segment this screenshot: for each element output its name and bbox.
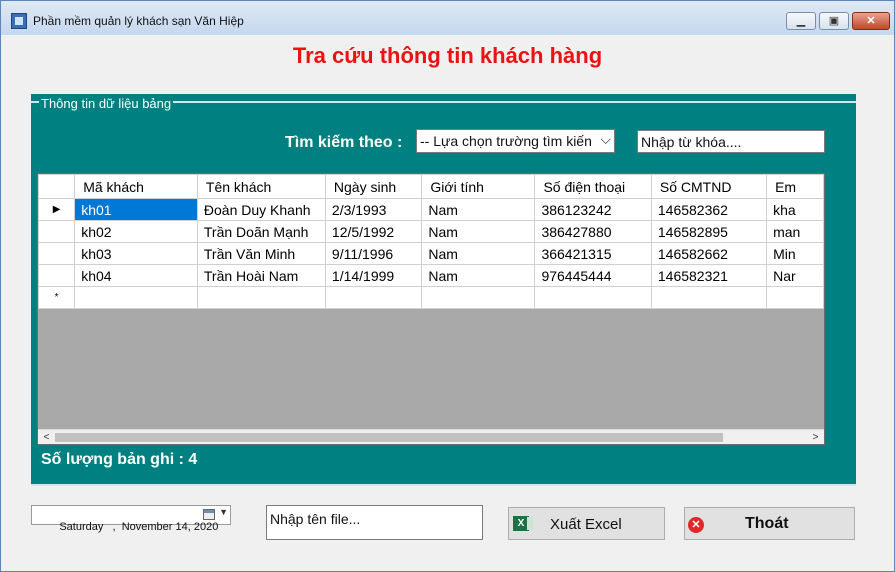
export-excel-label: Xuất Excel — [550, 516, 622, 533]
table-cell[interactable]: 366421315 — [534, 242, 652, 265]
table-cell[interactable]: kha — [766, 198, 824, 221]
row-header-cell[interactable] — [38, 264, 76, 287]
exit-button[interactable]: ✕ Thoát — [684, 507, 855, 540]
customer-data-grid[interactable]: Mã khách Tên khách Ngày sinh Giới tính S… — [37, 173, 825, 445]
date-value: Saturday , November 14, 2020 — [59, 521, 219, 533]
table-cell[interactable]: Min — [766, 242, 824, 265]
minimize-button[interactable]: ▁ — [786, 12, 816, 30]
column-header[interactable]: Số CMTND — [650, 174, 768, 199]
scroll-right-icon[interactable]: > — [807, 430, 824, 444]
search-field-select[interactable]: -- Lựa chọn trường tìm kiến ⌵ — [416, 129, 615, 153]
column-header[interactable]: Tên khách — [196, 174, 326, 199]
table-cell[interactable]: 146582895 — [650, 220, 768, 243]
new-row[interactable]: * — [38, 286, 824, 309]
close-button[interactable]: ✕ — [852, 12, 890, 30]
table-cell[interactable] — [196, 286, 326, 309]
grid-table: Mã khách Tên khách Ngày sinh Giới tính S… — [38, 174, 824, 309]
table-cell[interactable]: Trần Hoài Nam — [196, 264, 326, 287]
table-cell[interactable]: 12/5/1992 — [324, 220, 423, 243]
row-header-cell[interactable]: ▶ — [38, 198, 76, 221]
form-client-area: Tra cứu thông tin khách hàng Thông tin d… — [9, 35, 886, 567]
table-cell[interactable]: kh03 — [74, 242, 198, 265]
calendar-icon[interactable] — [203, 509, 215, 520]
table-cell[interactable]: kh01 — [74, 198, 198, 221]
table-cell[interactable]: Nam — [421, 220, 536, 243]
date-picker[interactable]: Saturday , November 14, 2020 ▼ — [31, 505, 231, 533]
table-cell[interactable]: Trần Văn Minh — [196, 242, 326, 265]
table-cell[interactable] — [766, 286, 824, 309]
keyword-input[interactable]: Nhập từ khóa.... — [637, 130, 825, 153]
table-cell[interactable] — [650, 286, 768, 309]
scrollbar-thumb[interactable] — [55, 433, 723, 442]
new-row-header-cell[interactable]: * — [38, 286, 76, 309]
page-title: Tra cứu thông tin khách hàng — [292, 43, 603, 68]
horizontal-scrollbar[interactable]: < > — [38, 429, 824, 444]
table-cell[interactable]: Nam — [421, 242, 536, 265]
chevron-down-icon[interactable]: ▼ — [219, 507, 228, 517]
file-name-input[interactable]: Nhập tên file... — [266, 505, 483, 540]
table-row[interactable]: ▶ kh01 Đoàn Duy Khanh 2/3/1993 Nam 386123242 1… — [38, 198, 824, 221]
grid-header-row: Mã khách Tên khách Ngày sinh Giới tính S… — [38, 174, 824, 199]
row-header-cell[interactable] — [38, 220, 76, 243]
table-cell[interactable]: man — [766, 220, 824, 243]
table-cell[interactable]: 976445444 — [534, 264, 652, 287]
table-cell[interactable]: Nar — [766, 264, 824, 287]
column-header[interactable]: Em — [766, 174, 824, 199]
table-cell[interactable] — [324, 286, 423, 309]
table-cell[interactable]: kh04 — [74, 264, 198, 287]
chevron-down-icon[interactable]: ⌵ — [600, 131, 611, 148]
column-header[interactable]: Giới tính — [421, 174, 536, 199]
table-cell[interactable]: 146582362 — [650, 198, 768, 221]
table-cell[interactable]: Nam — [421, 198, 536, 221]
exit-label: Thoát — [745, 515, 789, 532]
row-header-cell[interactable] — [38, 242, 76, 265]
window-title: Phần mềm quản lý khách sạn Văn Hiệp — [33, 14, 244, 28]
table-row[interactable]: kh03 Trần Văn Minh 9/11/1996 Nam 366421315 14… — [38, 242, 824, 265]
table-cell[interactable]: Nam — [421, 264, 536, 287]
app-icon — [11, 13, 27, 29]
table-cell[interactable]: 146582662 — [650, 242, 768, 265]
close-circle-icon: ✕ — [688, 517, 704, 533]
column-header[interactable]: Số điện thoại — [534, 174, 652, 199]
table-cell[interactable]: 2/3/1993 — [324, 198, 423, 221]
table-cell[interactable]: Đoàn Duy Khanh — [196, 198, 326, 221]
grid-corner-cell[interactable] — [38, 174, 76, 199]
table-cell[interactable]: 386123242 — [534, 198, 652, 221]
column-header[interactable]: Ngày sinh — [324, 174, 423, 199]
group-bottom-border — [31, 484, 856, 486]
table-cell[interactable]: Trần Doãn Mạnh — [196, 220, 326, 243]
search-field-value: -- Lựa chọn trường tìm kiến — [420, 133, 592, 149]
table-cell[interactable] — [534, 286, 652, 309]
table-cell[interactable]: 386427880 — [534, 220, 652, 243]
table-cell[interactable]: kh02 — [74, 220, 198, 243]
table-cell[interactable]: 1/14/1999 — [324, 264, 423, 287]
excel-icon: X — [513, 516, 533, 531]
maximize-button[interactable]: ▣ — [819, 12, 849, 30]
group-legend: Thông tin dữ liệu bảng — [39, 96, 174, 111]
title-bar[interactable]: Phần mềm quản lý khách sạn Văn Hiệp ▁ ▣ … — [1, 1, 894, 35]
column-header[interactable]: Mã khách — [74, 174, 198, 199]
table-row[interactable]: kh02 Trần Doãn Mạnh 12/5/1992 Nam 386427880 1… — [38, 220, 824, 243]
table-row[interactable]: kh04 Trần Hoài Nam 1/14/1999 Nam 976445444 14… — [38, 264, 824, 287]
table-cell[interactable] — [74, 286, 198, 309]
table-cell[interactable]: 9/11/1996 — [324, 242, 423, 265]
app-window: Phần mềm quản lý khách sạn Văn Hiệp ▁ ▣ … — [0, 0, 895, 572]
search-label: Tìm kiếm theo : — [285, 134, 403, 151]
table-cell[interactable] — [421, 286, 536, 309]
export-excel-button[interactable]: X Xuất Excel — [508, 507, 665, 540]
scroll-left-icon[interactable]: < — [38, 430, 55, 444]
record-count: Số lượng bản ghi : 4 — [41, 451, 198, 468]
data-group-box: Thông tin dữ liệu bảng Tìm kiếm theo : -… — [31, 94, 856, 486]
table-cell[interactable]: 146582321 — [650, 264, 768, 287]
